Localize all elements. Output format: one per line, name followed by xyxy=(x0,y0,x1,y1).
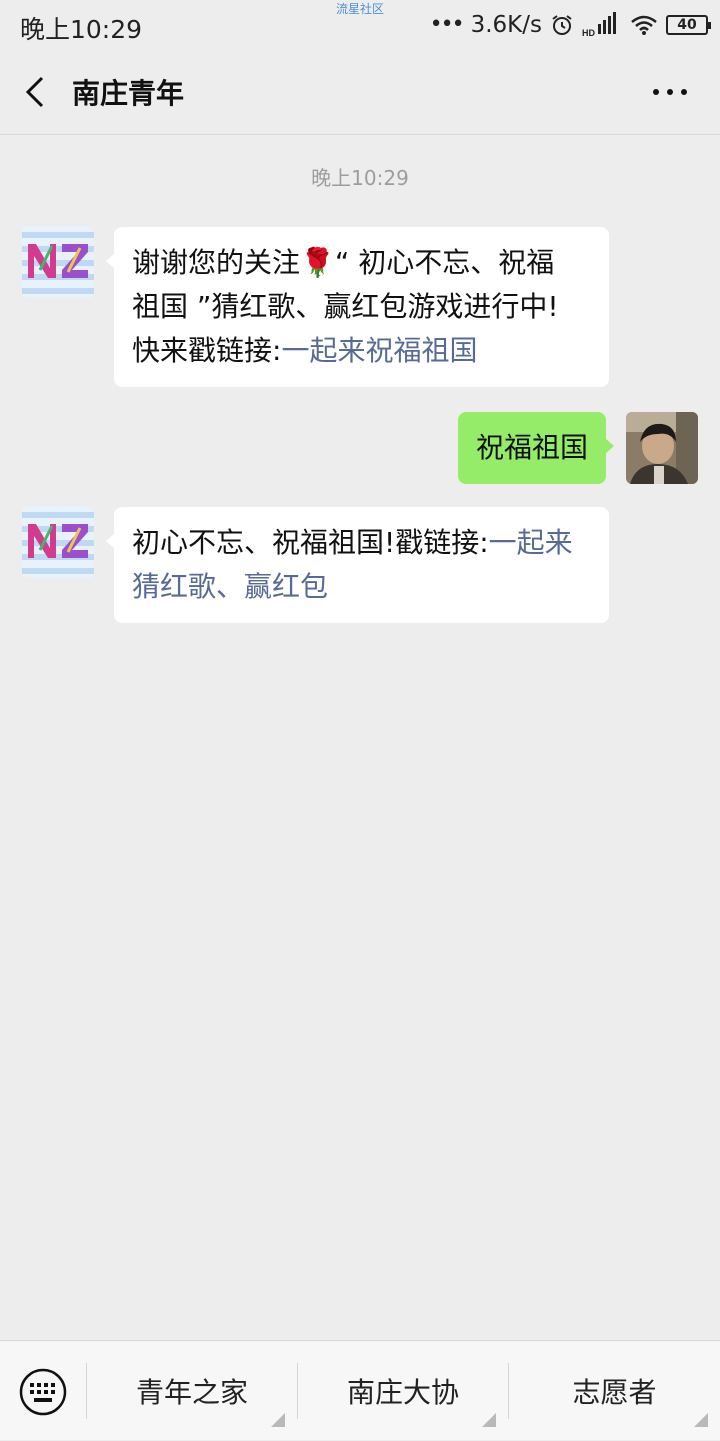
net-speed: 3.6K/s xyxy=(470,12,542,38)
hd-signal-icon: HD xyxy=(582,12,616,38)
official-avatar[interactable] xyxy=(22,226,94,298)
alarm-icon xyxy=(552,15,572,35)
page-title: 南庄青年 xyxy=(72,77,185,110)
battery-level: 40 xyxy=(677,17,697,33)
svg-text:HD: HD xyxy=(582,28,595,38)
nz-logo xyxy=(22,226,94,298)
menu-item-label: 青年之家 xyxy=(135,1376,248,1409)
activity-dots-icon: ••• xyxy=(429,12,465,37)
submenu-indicator-icon xyxy=(482,1413,496,1427)
message-text: 初心不忘、祝福祖国!戳链接: xyxy=(132,526,489,559)
official-avatar[interactable] xyxy=(22,506,94,578)
message-bubble[interactable]: 初心不忘、祝福祖国!戳链接:一起来猜红歌、赢红包 xyxy=(106,507,609,623)
message-text: 谢谢您的关注 xyxy=(132,246,301,279)
message-text: 祝福祖国 xyxy=(475,431,588,464)
menu-item-label: 南庄大协 xyxy=(346,1376,459,1409)
chevron-left-icon[interactable] xyxy=(16,72,56,112)
menu-item-youth-home[interactable]: 青年之家 xyxy=(87,1341,297,1441)
keyboard-icon[interactable] xyxy=(18,1367,68,1417)
my-message-bubble[interactable]: 祝福祖国 xyxy=(457,412,615,484)
more-dots-icon[interactable] xyxy=(650,80,690,104)
message-link[interactable]: 一起来祝福祖国 xyxy=(281,334,477,367)
submenu-indicator-icon xyxy=(271,1413,285,1427)
submenu-indicator-icon xyxy=(694,1413,708,1427)
status-bar: 晚上10:29 流星社区 ••• 3.6K/s HD 40 xyxy=(0,0,720,50)
message-text: “ 初心不忘、祝福 xyxy=(334,246,555,279)
wifi-icon xyxy=(631,15,657,35)
bottom-menu: 青年之家 南庄大协 志愿者 xyxy=(0,1340,720,1440)
status-indicators: ••• 3.6K/s HD 40 xyxy=(429,10,711,40)
message-bubble[interactable]: 谢谢您的关注🌹“ 初心不忘、祝福 祖国 ”猜红歌、赢红包游戏进行中! 快来戳链接… xyxy=(106,227,609,387)
nav-bar: 南庄青年 xyxy=(0,50,720,135)
chat-timestamp: 晚上10:29 xyxy=(311,166,409,190)
menu-item-nanzhuang-association[interactable]: 南庄大协 xyxy=(298,1341,508,1441)
battery-icon: 40 xyxy=(666,15,711,35)
rose-emoji-icon: 🌹 xyxy=(300,246,335,279)
message-text: 快来戳链接: xyxy=(132,334,282,367)
my-avatar[interactable] xyxy=(626,412,698,484)
user-photo xyxy=(626,412,698,484)
menu-item-label: 志愿者 xyxy=(572,1376,657,1409)
message-text: 祖国 ”猜红歌、赢红包游戏进行中! xyxy=(132,290,559,323)
menu-item-volunteers[interactable]: 志愿者 xyxy=(509,1341,720,1441)
nz-logo xyxy=(22,506,94,578)
